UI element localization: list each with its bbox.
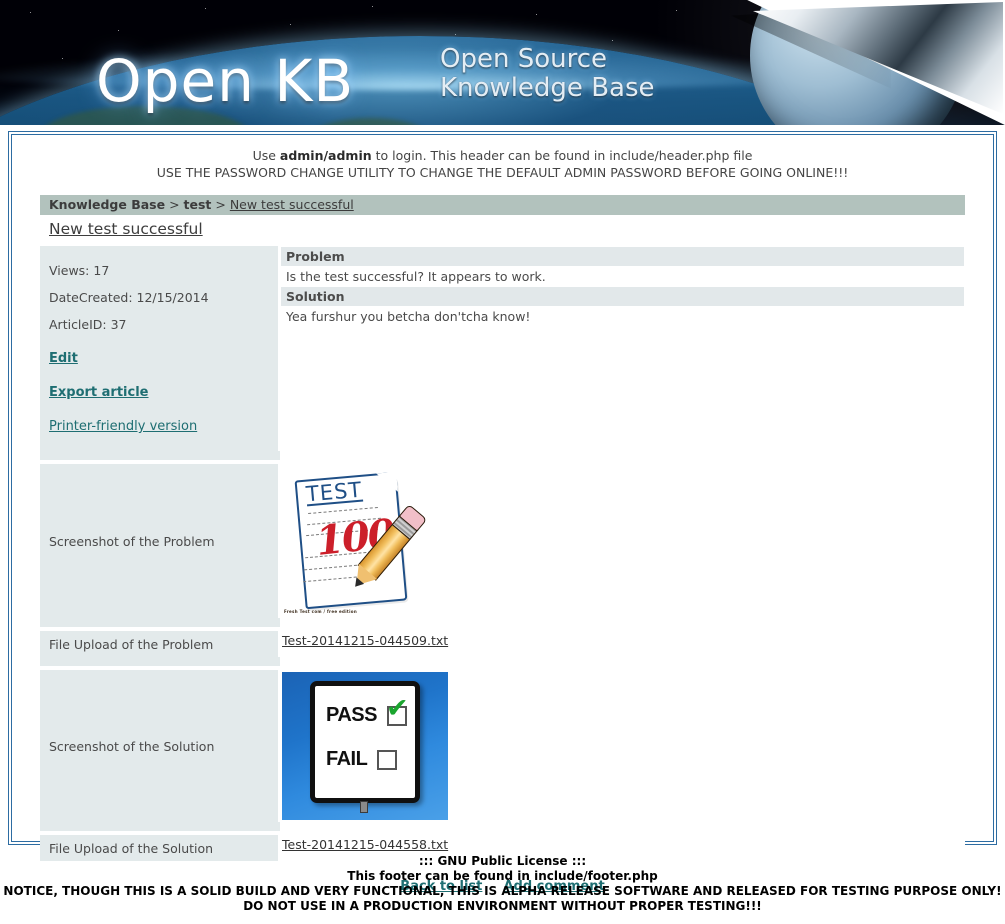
table-row-spacer [40,451,965,460]
file-problem-label: File Upload of the Problem [40,631,278,657]
site-logo-subtitle: Open Source Knowledge Base [440,45,655,103]
site-notice-line2: USE THE PASSWORD CHANGE UTILITY TO CHANG… [156,165,849,180]
check-icon: ✔ [385,692,409,724]
paper-test-label: TEST [305,477,364,507]
screenshot-solution-cell: PASS ✔ FAIL [280,670,965,822]
banner-star [118,30,119,31]
meta-spacer [40,822,278,831]
date-created: DateCreated: 12/15/2014 [49,290,209,305]
sign-fail-label: FAIL [326,748,368,770]
table-row: File Upload of the Problem Test-20141215… [40,631,965,657]
article-id: ArticleID: 37 [49,317,127,332]
article-meta-panel: Views: 17 DateCreated: 12/15/2014 Articl… [40,246,278,451]
table-row: Screenshot of the Problem TEST 100 Fresh… [40,464,965,618]
breadcrumb-separator: > [165,197,184,212]
screenshot-problem-label: Screenshot of the Problem [40,464,278,618]
site-notice: Use admin/admin to login. This header ca… [40,143,965,181]
site-notice-credentials: admin/admin [279,148,372,163]
export-article-link[interactable]: Export article [49,385,149,400]
test-paper-image[interactable]: TEST 100 % Fresh Test com / free edition [282,466,448,616]
footer-warning: DO NOT USE IN A PRODUCTION ENVIRONMENT W… [243,899,762,913]
site-notice-line1: Use admin/admin to login. This header ca… [40,147,965,164]
body-spacer [280,618,965,627]
sign-row-fail: FAIL [326,748,398,771]
page-title: New test successful [49,220,203,238]
meta-spacer [40,657,278,666]
breadcrumb-link-root[interactable]: Knowledge Base [49,197,165,212]
solution-heading: Solution [281,287,964,306]
table-row-spacer [40,618,965,627]
site-notice-prefix: Use [252,148,280,163]
paper-fold-corner [376,471,398,494]
views-count: Views: 17 [49,263,110,278]
sign-pass-label: PASS [326,704,377,726]
footer-license: ::: GNU Public License ::: [418,854,587,868]
screenshot-solution-label: Screenshot of the Solution [40,670,278,822]
table-row: Screenshot of the Solution PASS ✔ FAIL [40,670,965,822]
problem-heading: Problem [281,247,964,266]
content-inner-border: Use admin/admin to login. This header ca… [11,134,994,894]
footer-location: This footer can be found in include/foot… [347,869,658,883]
solution-text: Yea furshur you betcha don'tcha know! [281,306,964,327]
image-credit: Fresh Test com / free edition [284,609,357,614]
file-solution-link[interactable]: Test-20141215-044558.txt [282,837,448,852]
breadcrumb: Knowledge Base > test > New test success… [40,195,965,215]
banner-star [372,6,373,7]
site-logo-subtitle-line2: Knowledge Base [440,73,655,103]
breadcrumb-link-current[interactable]: New test successful [230,197,354,212]
table-row: Views: 17 DateCreated: 12/15/2014 Articl… [40,246,965,451]
sign-row-pass: PASS ✔ [326,695,409,727]
printer-friendly-link[interactable]: Printer-friendly version [49,419,197,434]
banner-star [676,10,677,11]
table-row-spacer [40,657,965,666]
sign-board-graphic: PASS ✔ FAIL [310,681,420,803]
site-logo-title: Open KB [96,47,355,115]
table-row-spacer [40,822,965,831]
banner-star [536,14,537,15]
page-title-row: New test successful [40,215,965,246]
breadcrumb-separator: > [211,197,230,212]
site-notice-suffix: to login. This header can be found in in… [371,148,753,163]
banner-star [205,8,206,9]
site-banner: Open KB Open Source Knowledge Base [0,0,1005,125]
file-problem-cell: Test-20141215-044509.txt [280,631,965,657]
meta-spacer [40,618,278,627]
sign-pass-checkbox: ✔ [386,695,409,726]
article-table: Views: 17 DateCreated: 12/15/2014 Articl… [40,246,965,861]
banner-star [290,24,291,25]
edit-link[interactable]: Edit [49,351,78,366]
pass-fail-sign-image[interactable]: PASS ✔ FAIL [282,672,448,820]
file-problem-link[interactable]: Test-20141215-044509.txt [282,633,448,648]
breadcrumb-link-category[interactable]: test [184,197,212,212]
problem-text: Is the test successful? It appears to wo… [281,266,964,287]
body-spacer [280,451,965,460]
article-body-panel: Problem Is the test successful? It appea… [280,246,965,451]
sign-fail-checkbox [377,749,398,770]
footer-notice: NOTICE, THOUGH THIS IS A SOLID BUILD AND… [3,884,1002,898]
content-outer-border: Use admin/admin to login. This header ca… [8,131,997,894]
page-curl-graphic [711,0,1005,125]
sign-post-graphic [360,801,368,813]
earth-landmass [310,118,430,125]
meta-spacer [40,451,278,460]
body-spacer [280,657,965,666]
body-spacer [280,822,965,831]
site-logo-subtitle-line1: Open Source [440,44,608,74]
banner-star [30,12,31,13]
screenshot-problem-cell: TEST 100 % Fresh Test com / free edition [280,464,965,618]
